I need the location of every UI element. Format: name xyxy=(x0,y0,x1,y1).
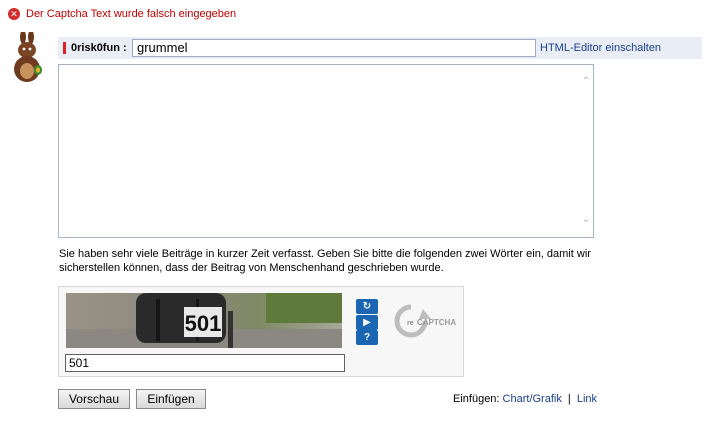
insert-links-label: Einfügen: xyxy=(453,393,500,405)
recaptcha-widget: 501 ↻ ▶ ? re CAPTCHA xyxy=(58,286,464,377)
audio-captcha-button[interactable]: ▶ xyxy=(356,315,378,330)
insert-link-link[interactable]: Link xyxy=(577,393,597,405)
insert-button[interactable]: Einfügen xyxy=(136,389,206,409)
captcha-image-text: 501 xyxy=(185,311,222,336)
post-form-page: ✕ Der Captcha Text wurde falsch eingegeb… xyxy=(0,0,705,425)
svg-text:CAPTCHA: CAPTCHA xyxy=(417,318,456,327)
link-separator: | xyxy=(567,393,571,405)
insert-links: Einfügen: Chart/Grafik | Link xyxy=(453,393,597,405)
captcha-help-button[interactable]: ? xyxy=(356,330,378,345)
username-label: 0risk0fun : xyxy=(71,42,127,54)
post-header-bar: 0risk0fun : HTML-Editor einschalten xyxy=(58,37,702,59)
bunny-avatar xyxy=(14,32,42,82)
message-textarea[interactable] xyxy=(58,64,594,238)
scroll-down-arrow-icon[interactable]: ⌄ xyxy=(581,215,591,225)
recaptcha-logo-icon: re CAPTCHA xyxy=(394,304,456,338)
refresh-captcha-button[interactable]: ↻ xyxy=(356,299,378,314)
scroll-up-arrow-icon[interactable]: ⌃ xyxy=(581,77,591,87)
error-circle-icon: ✕ xyxy=(8,8,20,20)
user-marker xyxy=(63,42,66,54)
captcha-response-input[interactable] xyxy=(65,354,345,372)
svg-text:re: re xyxy=(407,320,414,327)
insert-chart-link[interactable]: Chart/Grafik xyxy=(503,393,562,405)
help-icon: ? xyxy=(363,331,371,343)
audio-icon: ▶ xyxy=(363,316,371,328)
error-message: ✕ Der Captcha Text wurde falsch eingegeb… xyxy=(8,8,236,20)
preview-button[interactable]: Vorschau xyxy=(58,389,130,409)
title-input[interactable] xyxy=(132,39,536,57)
refresh-icon: ↻ xyxy=(362,300,372,312)
captcha-image: 501 xyxy=(66,293,342,348)
html-editor-toggle-link[interactable]: HTML-Editor einschalten xyxy=(540,42,661,54)
captcha-notice-text: Sie haben sehr viele Beiträge in kurzer … xyxy=(59,248,591,274)
error-text: Der Captcha Text wurde falsch eingegeben xyxy=(26,8,237,20)
